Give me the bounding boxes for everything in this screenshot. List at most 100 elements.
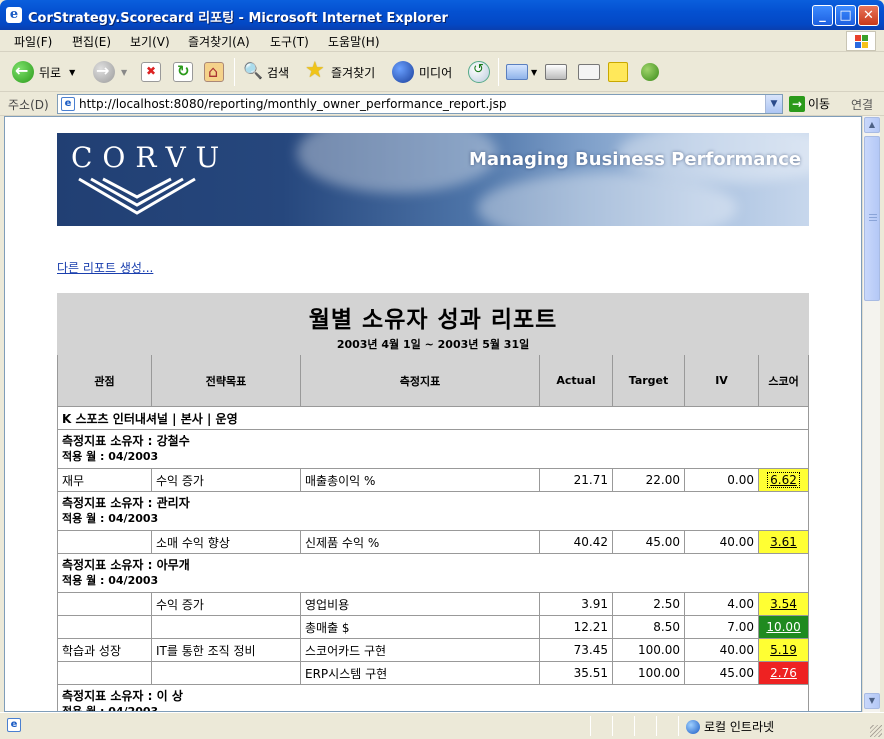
address-dropdown-icon[interactable]: ▼	[765, 95, 782, 113]
cell-iv: 4.00	[684, 592, 759, 616]
score-cell: 10.00	[757, 615, 810, 639]
maximize-button[interactable]: □	[835, 5, 856, 26]
go-arrow-icon: →	[789, 95, 805, 112]
history-button[interactable]	[468, 60, 490, 84]
score-link[interactable]: 2.76	[770, 666, 797, 680]
report-table: 월별 소유자 성과 리포트 2003년 4월 1일 ~ 2003년 5월 31일…	[56, 293, 810, 712]
score-link[interactable]: 3.54	[770, 597, 797, 611]
refresh-icon	[173, 62, 193, 82]
cell-measure: 총매출 $	[300, 615, 540, 639]
score-link[interactable]: 3.61	[770, 535, 797, 549]
owner-month: 적용 월 : 04/2003	[62, 512, 159, 525]
menu-favorites[interactable]: 즐겨찾기(A)	[188, 33, 250, 50]
security-zone: 로컬 인트라넷	[686, 718, 774, 735]
cell-objective	[151, 661, 301, 685]
discuss-button[interactable]	[608, 60, 628, 84]
back-button[interactable]: 뒤로 ▼	[12, 60, 75, 84]
score-link[interactable]: 5.19	[770, 643, 797, 657]
cell-iv: 0.00	[684, 468, 759, 492]
owner-header: 측정지표 소유자 : 이 상 적용 월 : 04/2003	[56, 684, 810, 712]
score-link[interactable]: 6.62	[767, 472, 800, 488]
favorites-button[interactable]: 즐겨찾기	[304, 58, 375, 84]
close-button[interactable]: ✕	[858, 5, 879, 26]
scroll-down-icon[interactable]: ▼	[864, 693, 880, 709]
star-icon	[304, 58, 326, 83]
cell-target: 2.50	[612, 592, 685, 616]
cell-target: 100.00	[612, 638, 685, 662]
table-row: 학습과 성장 IT를 통한 조직 정비 스코어카드 구현 73.45 100.0…	[57, 638, 810, 662]
menu-edit[interactable]: 편집(E)	[72, 33, 111, 50]
cell-target: 45.00	[612, 530, 685, 554]
menu-view[interactable]: 보기(V)	[130, 33, 170, 50]
col-perspective: 관점	[57, 354, 152, 407]
media-icon	[392, 61, 414, 83]
home-button[interactable]	[204, 60, 224, 84]
go-button[interactable]: → 이동	[789, 95, 830, 112]
cell-actual: 3.91	[539, 592, 613, 616]
corvu-banner: CORVU Managing Business Performance	[57, 133, 809, 226]
cell-iv: 7.00	[684, 615, 759, 639]
windows-logo-icon	[846, 31, 876, 51]
scroll-thumb[interactable]	[864, 136, 880, 301]
owner-name: 측정지표 소유자 : 이 상	[62, 689, 183, 703]
mail-icon	[506, 64, 528, 80]
score-link[interactable]: 10.00	[766, 620, 800, 634]
cell-measure: 신제품 수익 %	[300, 530, 540, 554]
edit-button[interactable]	[578, 60, 600, 84]
address-url[interactable]: http://localhost:8080/reporting/monthly_…	[79, 97, 506, 111]
mail-dropdown-icon[interactable]: ▼	[531, 68, 537, 77]
print-button[interactable]	[545, 60, 567, 84]
forward-arrow-icon	[93, 61, 115, 83]
menu-help[interactable]: 도움말(H)	[328, 33, 380, 50]
resize-grip[interactable]	[870, 725, 882, 737]
cell-actual: 21.71	[539, 468, 613, 492]
cell-objective: 수익 증가	[151, 468, 301, 492]
note-icon	[608, 62, 628, 82]
other-report-link[interactable]: 다른 리포트 생성...	[57, 259, 153, 276]
col-iv: IV	[684, 354, 759, 407]
owner-month: 적용 월 : 04/2003	[62, 450, 159, 463]
col-score: 스코어	[757, 354, 810, 407]
media-label: 미디어	[419, 65, 453, 80]
cell-perspective: 학습과 성장	[57, 638, 152, 662]
forward-button[interactable]: ▼	[93, 60, 127, 84]
cell-iv: 45.00	[684, 661, 759, 685]
table-row: 소매 수익 향상 신제품 수익 % 40.42 45.00 40.00 3.61	[57, 530, 810, 554]
report-header: 월별 소유자 성과 리포트 2003년 4월 1일 ~ 2003년 5월 31일	[56, 293, 810, 355]
media-button[interactable]: 미디어	[392, 60, 452, 84]
go-label: 이동	[808, 97, 831, 111]
org-path: K 스포츠 인터내셔널 | 본사 | 운영	[56, 406, 810, 430]
menu-tools[interactable]: 도구(T)	[270, 33, 309, 50]
minimize-button[interactable]: _	[812, 5, 833, 26]
page-status-icon: e	[7, 718, 21, 732]
refresh-button[interactable]	[173, 60, 193, 84]
cell-target: 100.00	[612, 661, 685, 685]
back-dropdown-icon[interactable]: ▼	[69, 68, 75, 77]
col-actual: Actual	[539, 354, 613, 407]
ie-icon[interactable]: e	[6, 7, 22, 23]
forward-dropdown-icon[interactable]: ▼	[121, 68, 127, 77]
cell-actual: 35.51	[539, 661, 613, 685]
score-cell: 6.62	[757, 468, 810, 492]
owner-name: 측정지표 소유자 : 아무개	[62, 558, 190, 572]
cell-perspective	[57, 530, 152, 554]
report-date-range: 2003년 4월 1일 ~ 2003년 5월 31일	[336, 338, 530, 351]
edit-icon	[578, 64, 600, 80]
search-button[interactable]: 검색	[242, 60, 289, 84]
messenger-button[interactable]	[641, 60, 659, 84]
address-input[interactable]: e http://localhost:8080/reporting/monthl…	[57, 94, 783, 114]
vertical-scrollbar[interactable]: ▲ ▼	[862, 116, 880, 712]
score-cell: 2.76	[757, 661, 810, 685]
links-label[interactable]: 연결	[851, 96, 873, 113]
scroll-up-icon[interactable]: ▲	[864, 117, 880, 133]
stop-button[interactable]	[141, 60, 161, 84]
cell-perspective	[57, 592, 152, 616]
mail-button[interactable]: ▼	[506, 60, 537, 84]
corvu-chevron-icon	[78, 177, 196, 215]
table-row: 재무 수익 증가 매출총이익 % 21.71 22.00 0.00 6.62	[57, 468, 810, 492]
owner-month: 적용 월 : 04/2003	[62, 705, 159, 712]
col-measure: 측정지표	[300, 354, 540, 407]
home-icon	[204, 62, 224, 82]
owner-header: 측정지표 소유자 : 강철수 적용 월 : 04/2003	[56, 429, 810, 469]
menu-file[interactable]: 파일(F)	[14, 33, 52, 50]
